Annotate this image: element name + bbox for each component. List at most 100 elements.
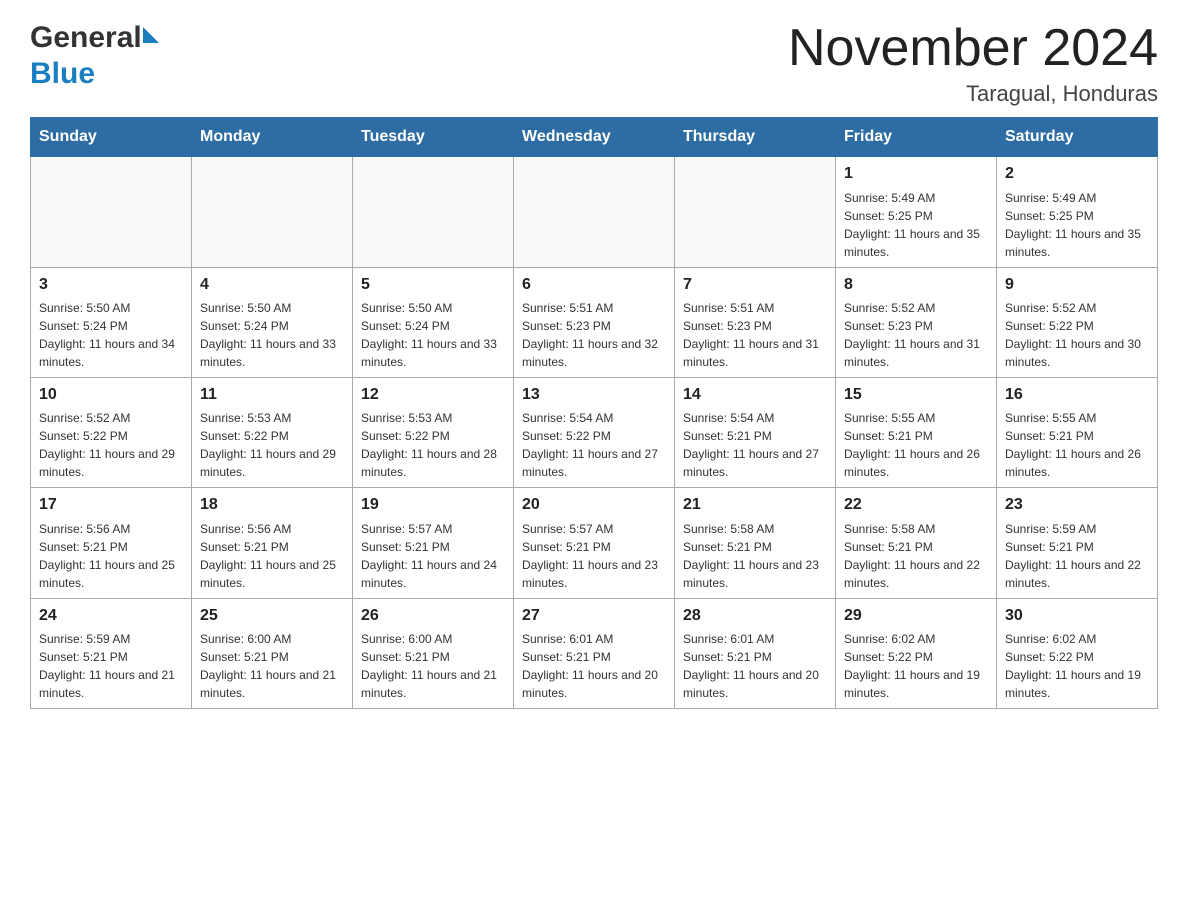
day-number: 7 [683,274,827,296]
day-info: Sunrise: 5:53 AMSunset: 5:22 PMDaylight:… [361,409,505,481]
calendar-day-cell: 2 Sunrise: 5:49 AMSunset: 5:25 PMDaylight… [997,157,1158,267]
day-info: Sunrise: 6:00 AMSunset: 5:21 PMDaylight:… [200,630,344,702]
day-number: 19 [361,494,505,516]
calendar-day-cell: 30 Sunrise: 6:02 AMSunset: 5:22 PMDayligh… [997,598,1158,708]
calendar-day-cell [353,157,514,267]
day-info: Sunrise: 6:01 AMSunset: 5:21 PMDaylight:… [522,630,666,702]
calendar-day-cell [675,157,836,267]
day-of-week-header: Wednesday [514,118,675,157]
day-number: 10 [39,384,183,406]
day-number: 26 [361,605,505,627]
day-number: 20 [522,494,666,516]
day-number: 30 [1005,605,1149,627]
day-number: 14 [683,384,827,406]
day-info: Sunrise: 5:56 AMSunset: 5:21 PMDaylight:… [39,520,183,592]
calendar-day-cell: 9 Sunrise: 5:52 AMSunset: 5:22 PMDaylight… [997,267,1158,377]
day-number: 18 [200,494,344,516]
calendar-day-cell: 18Sunrise: 5:56 AMSunset: 5:21 PMDayligh… [192,488,353,598]
calendar-day-cell: 3 Sunrise: 5:50 AMSunset: 5:24 PMDaylight… [31,267,192,377]
calendar-day-cell: 26 Sunrise: 6:00 AMSunset: 5:21 PMDayligh… [353,598,514,708]
day-info: Sunrise: 5:50 AMSunset: 5:24 PMDaylight:… [361,299,505,371]
calendar-day-cell [31,157,192,267]
day-number: 6 [522,274,666,296]
logo-blue-text: Blue [30,57,95,90]
calendar-day-cell: 7 Sunrise: 5:51 AMSunset: 5:23 PMDaylight… [675,267,836,377]
day-info: Sunrise: 5:54 AMSunset: 5:22 PMDaylight:… [522,409,666,481]
calendar-day-cell: 24Sunrise: 5:59 AMSunset: 5:21 PMDayligh… [31,598,192,708]
calendar-day-cell: 1Sunrise: 5:49 AMSunset: 5:25 PMDaylight… [836,157,997,267]
calendar-day-cell: 17 Sunrise: 5:56 AMSunset: 5:21 PMDayligh… [31,488,192,598]
day-info: Sunrise: 5:59 AMSunset: 5:21 PMDaylight:… [39,630,183,702]
day-info: Sunrise: 5:49 AMSunset: 5:25 PMDaylight:… [1005,189,1149,261]
calendar-day-cell: 20Sunrise: 5:57 AMSunset: 5:21 PMDayligh… [514,488,675,598]
calendar-day-cell [514,157,675,267]
day-info: Sunrise: 6:00 AMSunset: 5:21 PMDaylight:… [361,630,505,702]
day-number: 17 [39,494,183,516]
calendar-day-cell: 13Sunrise: 5:54 AMSunset: 5:22 PMDayligh… [514,377,675,487]
day-number: 29 [844,605,988,627]
day-number: 25 [200,605,344,627]
day-number: 11 [200,384,344,406]
calendar-day-cell [192,157,353,267]
day-info: Sunrise: 5:49 AMSunset: 5:25 PMDaylight:… [844,189,988,261]
calendar-week-row: 3 Sunrise: 5:50 AMSunset: 5:24 PMDaylight… [31,267,1158,377]
calendar-day-cell: 6Sunrise: 5:51 AMSunset: 5:23 PMDaylight… [514,267,675,377]
day-number: 22 [844,494,988,516]
calendar-day-cell: 25 Sunrise: 6:00 AMSunset: 5:21 PMDayligh… [192,598,353,708]
day-number: 4 [200,274,344,296]
day-number: 3 [39,274,183,296]
day-of-week-header: Tuesday [353,118,514,157]
day-of-week-header: Saturday [997,118,1158,157]
day-info: Sunrise: 5:52 AMSunset: 5:22 PMDaylight:… [39,409,183,481]
calendar-day-cell: 28 Sunrise: 6:01 AMSunset: 5:21 PMDayligh… [675,598,836,708]
calendar-day-cell: 27 Sunrise: 6:01 AMSunset: 5:21 PMDayligh… [514,598,675,708]
calendar-day-cell: 8 Sunrise: 5:52 AMSunset: 5:23 PMDaylight… [836,267,997,377]
logo: General Blue [30,20,159,92]
day-info: Sunrise: 5:53 AMSunset: 5:22 PMDaylight:… [200,409,344,481]
title-block: November 2024 Taragual, Honduras [788,20,1158,107]
day-info: Sunrise: 5:57 AMSunset: 5:21 PMDaylight:… [361,520,505,592]
month-title: November 2024 [788,20,1158,77]
day-number: 15 [844,384,988,406]
calendar-week-row: 1Sunrise: 5:49 AMSunset: 5:25 PMDaylight… [31,157,1158,267]
calendar-week-row: 24Sunrise: 5:59 AMSunset: 5:21 PMDayligh… [31,598,1158,708]
day-number: 27 [522,605,666,627]
calendar-day-cell: 10 Sunrise: 5:52 AMSunset: 5:22 PMDayligh… [31,377,192,487]
day-info: Sunrise: 5:52 AMSunset: 5:23 PMDaylight:… [844,299,988,371]
day-number: 12 [361,384,505,406]
day-number: 21 [683,494,827,516]
day-info: Sunrise: 5:50 AMSunset: 5:24 PMDaylight:… [39,299,183,371]
day-info: Sunrise: 6:02 AMSunset: 5:22 PMDaylight:… [1005,630,1149,702]
day-info: Sunrise: 6:01 AMSunset: 5:21 PMDaylight:… [683,630,827,702]
day-info: Sunrise: 5:55 AMSunset: 5:21 PMDaylight:… [844,409,988,481]
day-number: 28 [683,605,827,627]
day-info: Sunrise: 5:52 AMSunset: 5:22 PMDaylight:… [1005,299,1149,371]
day-of-week-header: Friday [836,118,997,157]
page-header: General Blue November 2024 Taragual, Hon… [30,20,1158,107]
calendar-table: SundayMondayTuesdayWednesdayThursdayFrid… [30,117,1158,709]
calendar-day-cell: 15 Sunrise: 5:55 AMSunset: 5:21 PMDayligh… [836,377,997,487]
day-of-week-header: Thursday [675,118,836,157]
day-info: Sunrise: 5:58 AMSunset: 5:21 PMDaylight:… [844,520,988,592]
day-number: 2 [1005,163,1149,185]
day-info: Sunrise: 5:58 AMSunset: 5:21 PMDaylight:… [683,520,827,592]
day-number: 16 [1005,384,1149,406]
day-info: Sunrise: 5:59 AMSunset: 5:21 PMDaylight:… [1005,520,1149,592]
calendar-day-cell: 14 Sunrise: 5:54 AMSunset: 5:21 PMDayligh… [675,377,836,487]
calendar-week-row: 10 Sunrise: 5:52 AMSunset: 5:22 PMDayligh… [31,377,1158,487]
day-number: 8 [844,274,988,296]
calendar-day-cell: 11 Sunrise: 5:53 AMSunset: 5:22 PMDayligh… [192,377,353,487]
day-number: 23 [1005,494,1149,516]
calendar-day-cell: 5Sunrise: 5:50 AMSunset: 5:24 PMDaylight… [353,267,514,377]
calendar-day-cell: 21 Sunrise: 5:58 AMSunset: 5:21 PMDayligh… [675,488,836,598]
logo-arrow-icon [143,27,159,43]
calendar-day-cell: 12 Sunrise: 5:53 AMSunset: 5:22 PMDayligh… [353,377,514,487]
day-info: Sunrise: 6:02 AMSunset: 5:22 PMDaylight:… [844,630,988,702]
day-info: Sunrise: 5:51 AMSunset: 5:23 PMDaylight:… [683,299,827,371]
calendar-week-row: 17 Sunrise: 5:56 AMSunset: 5:21 PMDayligh… [31,488,1158,598]
calendar-day-cell: 22 Sunrise: 5:58 AMSunset: 5:21 PMDayligh… [836,488,997,598]
day-info: Sunrise: 5:54 AMSunset: 5:21 PMDaylight:… [683,409,827,481]
logo-general-text: General [30,20,142,56]
day-number: 9 [1005,274,1149,296]
calendar-day-cell: 19 Sunrise: 5:57 AMSunset: 5:21 PMDayligh… [353,488,514,598]
